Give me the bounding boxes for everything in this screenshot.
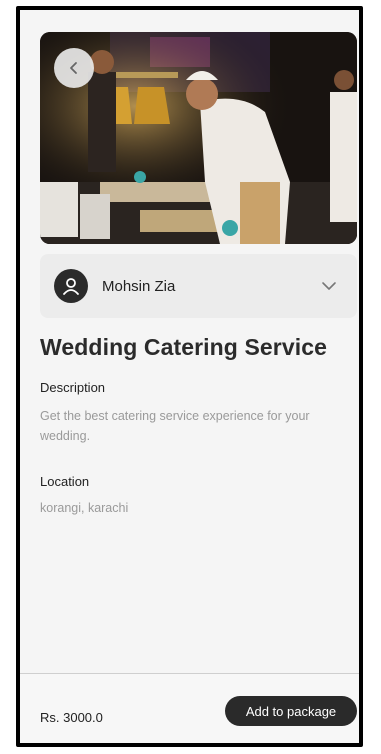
- add-to-package-button[interactable]: Add to package: [225, 696, 357, 726]
- user-icon: [63, 278, 79, 295]
- chevron-down-icon[interactable]: [321, 281, 337, 291]
- description-label: Description: [40, 380, 106, 395]
- phone-frame: Mohsin Zia Wedding Catering Service Desc…: [16, 6, 363, 747]
- chevron-left-icon: [70, 62, 77, 74]
- back-button[interactable]: [54, 48, 94, 88]
- page-title: Wedding Catering Service: [40, 334, 327, 360]
- description-text: Get the best catering service experience…: [40, 409, 310, 443]
- avatar: [54, 269, 88, 303]
- bottom-bar: Rs. 3000.0 Add to package: [20, 673, 359, 743]
- price: Rs. 3000.0: [40, 710, 103, 725]
- location-label: Location: [40, 474, 90, 489]
- vendor-selector[interactable]: Mohsin Zia: [40, 254, 357, 318]
- location-text: korangi, karachi: [40, 501, 129, 515]
- vendor-name: Mohsin Zia: [102, 277, 176, 295]
